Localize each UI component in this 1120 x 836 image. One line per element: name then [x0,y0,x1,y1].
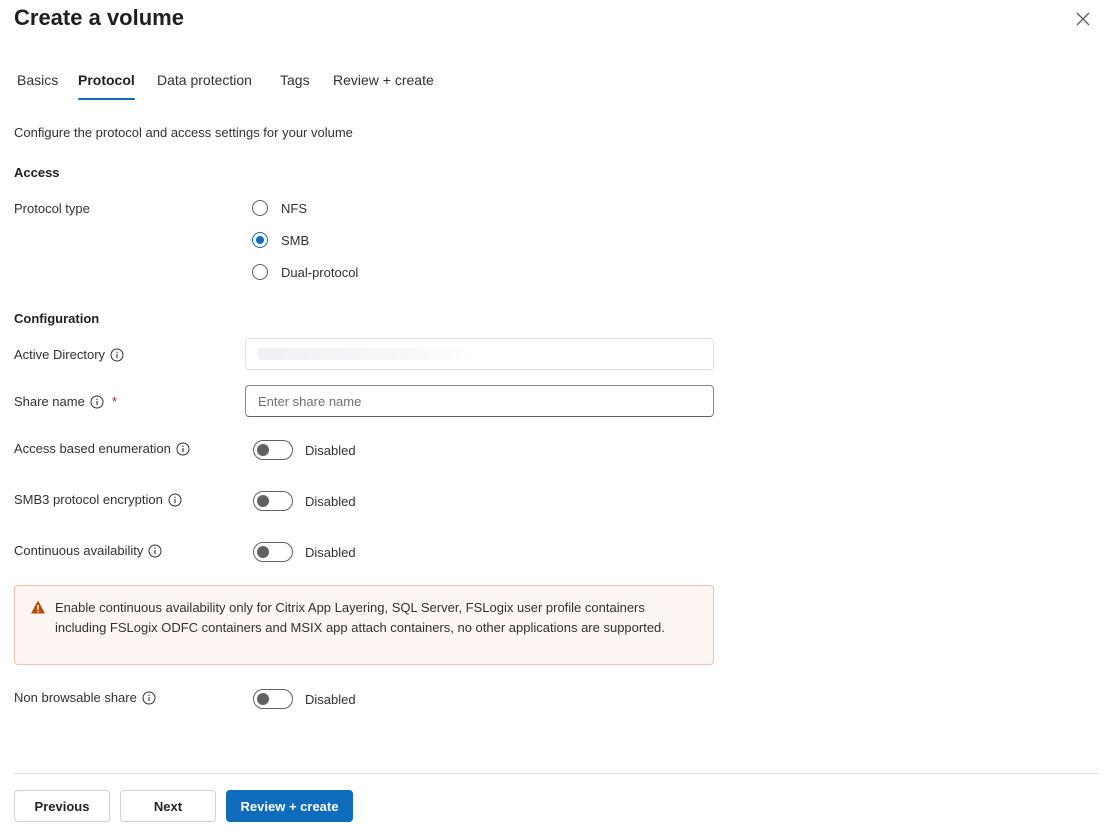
info-icon[interactable] [148,544,162,558]
warning-icon [31,600,45,614]
access-based-enumeration-toggle[interactable]: Disabled [253,440,356,460]
access-based-enumeration-label: Access based enumeration [14,440,190,457]
smb3-encryption-toggle[interactable]: Disabled [253,491,356,511]
access-heading: Access [14,165,60,180]
info-icon[interactable] [110,348,124,362]
continuous-availability-label: Continuous availability [14,542,162,559]
close-icon [1076,12,1090,26]
warning-text: Enable continuous availability only for … [55,600,665,635]
next-button[interactable]: Next [120,790,216,822]
info-icon[interactable] [176,442,190,456]
continuous-availability-label-text: Continuous availability [14,543,144,558]
required-indicator: * [111,394,117,409]
protocol-type-label: Protocol type [14,200,90,217]
tab-protocol[interactable]: Protocol [78,70,135,102]
smb3-encryption-label: SMB3 protocol encryption [14,491,182,508]
info-icon[interactable] [90,395,104,409]
info-icon[interactable] [142,691,156,705]
create-volume-panel: Create a volume Basics Protocol Data pro… [0,0,1120,836]
toggle-state-label: Disabled [305,442,356,458]
toggle-switch[interactable] [253,491,293,511]
footer-divider [14,773,1099,774]
active-directory-label-text: Active Directory [14,347,106,362]
review-create-button[interactable]: Review + create [226,790,353,822]
radio-nfs-label: NFS [281,200,307,216]
tab-basics[interactable]: Basics [17,70,58,102]
radio-dual-protocol-label: Dual-protocol [281,264,359,280]
page-title: Create a volume [14,5,184,30]
protocol-type-label-text: Protocol type [14,201,90,216]
active-directory-value-redacted [258,348,478,360]
page-description: Configure the protocol and access settin… [14,125,353,140]
share-name-label: Share name * [14,393,117,410]
toggle-state-label: Disabled [305,691,356,707]
non-browsable-share-toggle[interactable]: Disabled [253,689,356,709]
access-based-enumeration-label-text: Access based enumeration [14,441,171,456]
previous-button[interactable]: Previous [14,790,110,822]
tab-data-protection[interactable]: Data protection [157,70,252,102]
radio-dual-protocol-circle[interactable] [252,264,268,280]
tab-review-create[interactable]: Review + create [333,70,434,102]
non-browsable-share-label-text: Non browsable share [14,690,137,705]
tab-list: Basics Protocol Data protection Tags Rev… [0,70,600,104]
radio-nfs-circle[interactable] [252,200,268,216]
radio-smb-circle[interactable] [252,232,268,248]
radio-smb-label: SMB [281,232,310,248]
radio-smb[interactable]: SMB [252,232,309,248]
toggle-switch[interactable] [253,542,293,562]
smb3-encryption-label-text: SMB3 protocol encryption [14,492,163,507]
continuous-availability-warning: Enable continuous availability only for … [14,585,714,665]
info-icon[interactable] [168,493,182,507]
toggle-switch[interactable] [253,440,293,460]
share-name-input[interactable] [245,385,714,417]
radio-dual-protocol[interactable]: Dual-protocol [252,264,358,280]
toggle-state-label: Disabled [305,544,356,560]
toggle-state-label: Disabled [305,493,356,509]
non-browsable-share-label: Non browsable share [14,689,156,706]
radio-nfs[interactable]: NFS [252,200,307,216]
close-button[interactable] [1072,8,1094,30]
toggle-switch[interactable] [253,689,293,709]
tab-tags[interactable]: Tags [280,70,310,102]
active-directory-field[interactable] [245,338,714,370]
share-name-label-text: Share name [14,394,85,409]
continuous-availability-toggle[interactable]: Disabled [253,542,356,562]
configuration-heading: Configuration [14,311,100,326]
active-directory-label: Active Directory [14,346,124,363]
